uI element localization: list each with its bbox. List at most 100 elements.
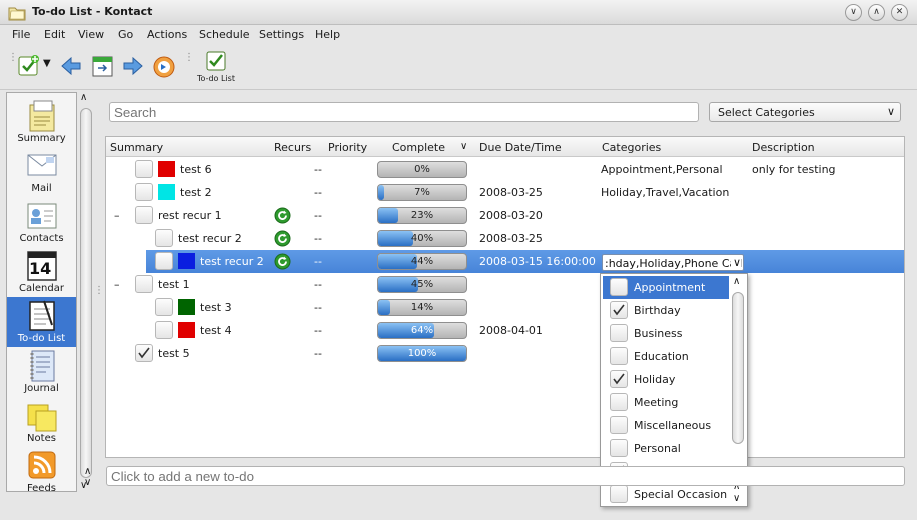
todo-complete-checkbox[interactable] (135, 206, 153, 224)
category-option[interactable]: Meeting (603, 391, 729, 414)
new-todo-button[interactable]: ▼ (18, 54, 56, 76)
complete-progress-bar[interactable]: 23% (377, 207, 467, 224)
table-row[interactable]: test 6 -- 0% Appointment,Personal only for t… (106, 158, 904, 181)
table-row[interactable]: test 5 -- 100% (106, 342, 904, 365)
complete-progress-bar[interactable]: 40% (377, 230, 467, 247)
todo-complete-checkbox[interactable] (155, 321, 173, 339)
add-todo-input[interactable] (106, 466, 905, 486)
category-option-checkbox[interactable] (610, 393, 628, 411)
close-button[interactable]: ✕ (891, 4, 908, 21)
forward-button[interactable] (123, 56, 143, 78)
header-recurs[interactable]: Recurs (274, 141, 311, 154)
table-row[interactable]: test 2 -- 7% 2008-03-25 Holiday,Travel,Vacat… (106, 181, 904, 204)
chevron-up-icon[interactable]: ∧ (84, 466, 91, 477)
header-categories[interactable]: Categories (602, 141, 661, 154)
category-option[interactable]: Miscellaneous (603, 414, 729, 437)
menu-settings[interactable]: Settings (259, 28, 304, 41)
sidebar-item-todo-list[interactable]: To-do List (7, 297, 76, 347)
todo-complete-checkbox[interactable] (135, 183, 153, 201)
sidebar-item-calendar[interactable]: 14 Calendar (7, 247, 76, 297)
menu-file[interactable]: File (12, 28, 30, 41)
complete-progress-bar[interactable]: 0% (377, 161, 467, 178)
table-row[interactable]: test recur 2 -- 44% 2008-03-15 16:00:00 (146, 250, 904, 273)
category-option-checkbox[interactable] (610, 439, 628, 457)
category-option[interactable]: Special Occasion (603, 483, 729, 506)
sidebar-item-mail[interactable]: Mail (7, 147, 76, 197)
sidebar-item-notes[interactable]: Notes (7, 397, 76, 447)
menu-edit[interactable]: Edit (44, 28, 65, 41)
header-due-date[interactable]: Due Date/Time (479, 141, 562, 154)
maximize-button[interactable]: ∧ (868, 4, 885, 21)
table-row[interactable]: – test 1 -- 45% (106, 273, 904, 296)
category-color-swatch (158, 184, 175, 200)
header-complete[interactable]: Complete (392, 141, 445, 154)
chevron-up-icon[interactable]: ∧ (80, 92, 87, 103)
menu-actions[interactable]: Actions (147, 28, 187, 41)
menu-help[interactable]: Help (315, 28, 340, 41)
category-option-checkbox[interactable] (610, 370, 628, 388)
search-input[interactable] (109, 102, 699, 122)
todo-categories: Appointment,Personal (601, 163, 723, 176)
category-option[interactable]: Personal (603, 437, 729, 460)
back-button[interactable] (61, 56, 81, 78)
category-option[interactable]: Appointment (603, 276, 729, 299)
header-description[interactable]: Description (752, 141, 815, 154)
table-row[interactable]: test recur 2 -- 40% 2008-03-25 (106, 227, 904, 250)
category-select-value: Select Categories (718, 106, 815, 119)
checkmark-icon (138, 347, 150, 359)
tree-collapse-toggle[interactable]: – (114, 209, 120, 222)
category-option-checkbox[interactable] (610, 324, 628, 342)
table-row[interactable]: test 4 -- 64% 2008-04-01 (106, 319, 904, 342)
table-row[interactable]: test 3 -- 14% (106, 296, 904, 319)
complete-progress-bar[interactable]: 100% (377, 345, 467, 362)
todo-complete-checkbox[interactable] (135, 160, 153, 178)
category-option-checkbox[interactable] (610, 347, 628, 365)
chevron-down-icon[interactable]: ∨ (733, 493, 740, 504)
sidebar-item-contacts[interactable]: Contacts (7, 197, 76, 247)
table-row[interactable]: – rest recur 1 -- 23% 2008-03-20 (106, 204, 904, 227)
todo-complete-checkbox[interactable] (155, 229, 173, 247)
sidebar-scrollbar[interactable]: ∧ ∨ (79, 92, 93, 492)
arrow-right-icon (123, 56, 143, 76)
tree-collapse-toggle[interactable]: – (114, 278, 120, 291)
category-option-checkbox[interactable] (610, 485, 628, 503)
sidebar-item-feeds[interactable]: Feeds (7, 447, 76, 491)
popup-scroll-thumb[interactable] (732, 292, 744, 444)
chevron-up-icon[interactable]: ∧ (733, 276, 740, 287)
chevron-down-icon[interactable]: ∨ (84, 477, 91, 488)
sidebar-item-journal[interactable]: Journal (7, 347, 76, 397)
category-select[interactable]: Select Categories ∨ (709, 102, 901, 122)
move-todo-button[interactable] (92, 55, 114, 80)
complete-progress-bar[interactable]: 45% (377, 276, 467, 293)
category-editor[interactable]: :hday,Holiday,Phone Call ∨ (602, 254, 744, 271)
close-icon: ✕ (895, 7, 904, 17)
todo-complete-checkbox[interactable] (155, 298, 173, 316)
menu-view[interactable]: View (78, 28, 104, 41)
category-option[interactable]: Birthday (603, 299, 729, 322)
sidebar-item-summary[interactable]: Summary (7, 97, 76, 147)
progress-label: 23% (410, 210, 434, 221)
minimize-button[interactable]: ∨ (845, 4, 862, 21)
complete-progress-bar[interactable]: 14% (377, 299, 467, 316)
menu-schedule[interactable]: Schedule (199, 28, 250, 41)
quick-add-scroll[interactable]: ∧ ∨ (84, 466, 96, 490)
todo-complete-checkbox[interactable] (135, 275, 153, 293)
todo-complete-checkbox[interactable] (155, 252, 173, 270)
splitter-handle[interactable]: ⋮ (94, 285, 104, 296)
complete-progress-bar[interactable]: 64% (377, 322, 467, 339)
category-option-checkbox[interactable] (610, 416, 628, 434)
todo-list-button[interactable]: To-do List (193, 51, 239, 87)
complete-progress-bar[interactable]: 7% (377, 184, 467, 201)
category-option[interactable]: Education (603, 345, 729, 368)
header-priority[interactable]: Priority (328, 141, 367, 154)
category-option-checkbox[interactable] (610, 278, 628, 296)
sync-button[interactable] (152, 55, 176, 82)
category-option-checkbox[interactable] (610, 301, 628, 319)
category-option[interactable]: Business (603, 322, 729, 345)
complete-progress-bar[interactable]: 44% (377, 253, 467, 270)
header-summary[interactable]: Summary (110, 141, 163, 154)
category-option[interactable]: Holiday (603, 368, 729, 391)
sidebar-scroll-thumb[interactable] (80, 108, 92, 478)
todo-complete-checkbox[interactable] (135, 344, 153, 362)
menu-go[interactable]: Go (118, 28, 133, 41)
